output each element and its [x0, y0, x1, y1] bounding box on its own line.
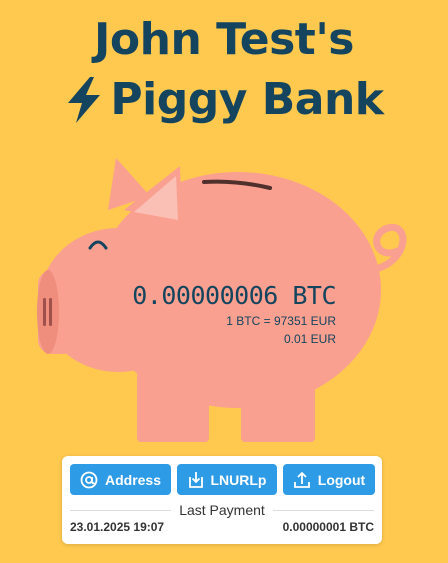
- address-button-label: Address: [104, 471, 162, 488]
- logout-button-label: Logout: [317, 471, 366, 488]
- lnurlp-button[interactable]: LNURLp: [177, 464, 277, 495]
- download-icon: [188, 471, 203, 488]
- lightning-bolt-icon: [64, 75, 104, 125]
- last-payment-label: Last Payment: [179, 502, 265, 518]
- title-line-1: John Test's: [94, 14, 354, 65]
- address-button[interactable]: Address: [70, 464, 171, 495]
- exchange-rate: 1 BTC = 97351 EUR: [226, 314, 336, 328]
- fiat-balance: 0.01 EUR: [283, 332, 336, 346]
- page-title: John Test's Piggy Bank: [0, 10, 448, 130]
- last-payment-header: Last Payment: [70, 502, 375, 518]
- lnurlp-button-label: LNURLp: [210, 471, 267, 488]
- balance-panel: 0.00000006 BTC 1 BTC = 97351 EUR 0.01 EU…: [132, 280, 336, 348]
- title-line-2-row: Piggy Bank: [0, 70, 448, 130]
- at-sign-icon: [80, 471, 98, 488]
- btc-balance: 0.00000006 BTC: [132, 281, 336, 310]
- divider-left: [70, 509, 172, 511]
- last-payment-amount: 0.00000001 BTC: [282, 520, 374, 534]
- actions-card: Address LNURLp Logout Last Payment 23.01…: [62, 456, 382, 544]
- last-payment-date: 23.01.2025 19:07: [70, 520, 165, 534]
- logout-button[interactable]: Logout: [283, 464, 375, 495]
- upload-icon: [293, 471, 310, 488]
- last-payment-row: 23.01.2025 19:07 0.00000001 BTC: [70, 520, 374, 534]
- action-buttons: Address LNURLp Logout: [70, 464, 375, 495]
- divider-right: [272, 509, 375, 511]
- title-line-2: Piggy Bank: [110, 74, 384, 125]
